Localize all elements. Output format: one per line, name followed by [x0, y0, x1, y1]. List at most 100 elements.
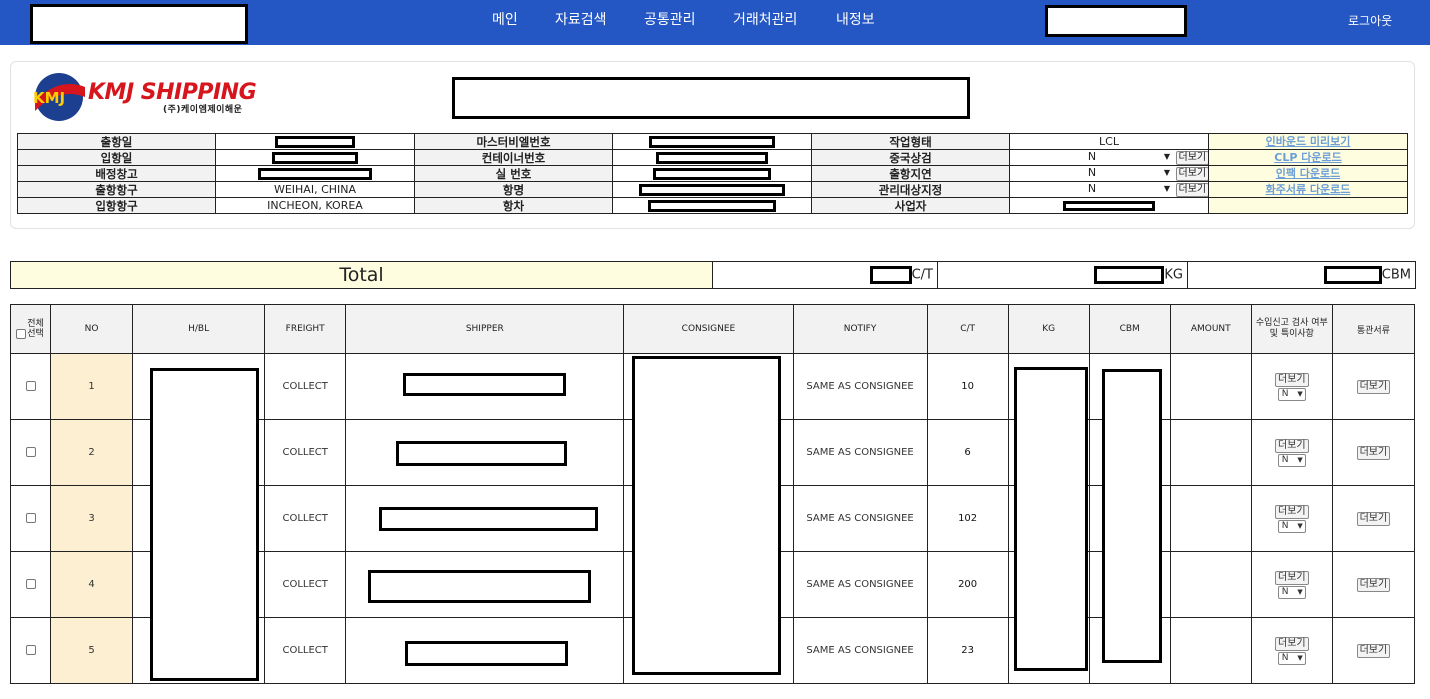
redacted-value: [653, 167, 771, 180]
customs-docs-more-button[interactable]: 더보기: [1356, 643, 1391, 658]
redacted-shipper: [379, 507, 598, 531]
container-no-label: 컨테이너번호: [414, 149, 613, 166]
inpack-download-link[interactable]: 인팩 다운로드: [1276, 167, 1341, 180]
managed-target-label: 관리대상지정: [811, 181, 1010, 198]
departure-delay-select[interactable]: N ▼: [1012, 167, 1172, 181]
row-checkbox[interactable]: [25, 447, 36, 457]
china-inspection-select[interactable]: N ▼: [1012, 151, 1172, 165]
total-cbm: CBM: [1187, 261, 1416, 289]
redacted-hbl-column: [150, 368, 259, 681]
arrival-port-value: INCHEON, KOREA: [215, 197, 415, 214]
departure-port-label: 출항항구: [17, 181, 216, 198]
chevron-down-icon: ▼: [1297, 653, 1303, 662]
departure-delay-label: 출항지연: [811, 165, 1010, 182]
select-all-checkbox[interactable]: [15, 328, 26, 339]
departure-delay-more-button[interactable]: 더보기: [1175, 167, 1208, 181]
inspection-more-button[interactable]: 더보기: [1275, 636, 1309, 651]
customs-docs-more-button[interactable]: 더보기: [1356, 379, 1391, 394]
row-no: 1: [50, 353, 134, 420]
inspection-flag-select[interactable]: N ▼: [1277, 585, 1306, 599]
col-header-cbm: CBM: [1088, 304, 1171, 354]
col-header-no: NO: [50, 304, 134, 354]
row-no: 2: [50, 419, 134, 486]
nav-item-common-management[interactable]: 공통관리: [644, 11, 696, 29]
col-header-hbl: H/BL: [132, 304, 266, 354]
shipper-docs-download-cell: 화주서류 다운로드: [1208, 181, 1408, 198]
shipper-docs-download-link[interactable]: 화주서류 다운로드: [1266, 183, 1351, 196]
redacted-value: [656, 151, 768, 164]
managed-target-more-button[interactable]: 더보기: [1175, 183, 1208, 197]
info-row: 입항항구 INCHEON, KOREA 항차 사업자: [17, 197, 1408, 214]
row-inspection: 더보기 N ▼: [1250, 353, 1333, 420]
inspection-more-button[interactable]: 더보기: [1275, 438, 1309, 453]
total-ct: C/T: [712, 261, 938, 289]
ct-unit: C/T: [911, 267, 933, 283]
row-amount: [1169, 419, 1252, 486]
redacted-consignee-column: [632, 356, 781, 675]
china-inspection-more-button[interactable]: 더보기: [1175, 151, 1208, 165]
info-row: 출항일 마스터비엘번호 작업형태 LCL 인바운드 미리보기: [17, 133, 1408, 150]
inspection-more-button[interactable]: 더보기: [1275, 504, 1309, 519]
redacted-value: [258, 167, 372, 180]
clp-download-link[interactable]: CLP 다운로드: [1274, 151, 1341, 164]
china-inspection-cell: N ▼ 더보기: [1009, 149, 1209, 166]
row-checkbox[interactable]: [25, 381, 36, 391]
inspection-flag-select[interactable]: N ▼: [1277, 651, 1306, 665]
row-notify: SAME AS CONSIGNEE: [792, 617, 928, 684]
inspection-flag-select[interactable]: N ▼: [1277, 387, 1306, 401]
chevron-down-icon: ▼: [1297, 521, 1303, 530]
nav-item-data-search[interactable]: 자료검색: [555, 11, 607, 29]
row-no: 5: [50, 617, 134, 684]
inspection-flag-select[interactable]: N ▼: [1277, 453, 1306, 467]
col-header-shipper: SHIPPER: [345, 304, 625, 354]
row-amount: [1169, 617, 1252, 684]
redacted-shipper: [403, 373, 566, 396]
nav-item-my-info[interactable]: 내정보: [836, 11, 875, 29]
row-ct: 23: [926, 617, 1009, 684]
logout-link[interactable]: 로그아웃: [1348, 12, 1392, 29]
managed-target-cell: N ▼ 더보기: [1009, 181, 1209, 198]
col-header-freight: FREIGHT: [264, 304, 347, 354]
nav-item-client-management[interactable]: 거래처관리: [733, 11, 797, 29]
hbl-list-section: 전체 선택 NO H/BL FREIGHT SHIPPER CONSIGNEE …: [0, 294, 1430, 699]
row-docs: 더보기: [1331, 353, 1416, 420]
col-header-inspection: 수입신고 검사 여부 및 특이사항: [1250, 304, 1333, 354]
row-checkbox[interactable]: [25, 513, 36, 523]
col-header-amount: AMOUNT: [1169, 304, 1252, 354]
main-nav: 메인 자료검색 공통관리 거래처관리 내정보: [0, 0, 1430, 45]
row-freight: COLLECT: [264, 419, 347, 486]
seal-no-label: 실 번호: [414, 165, 613, 182]
row-checkbox[interactable]: [25, 645, 36, 655]
row-ct: 6: [926, 419, 1009, 486]
vessel-name-label: 항명: [414, 181, 613, 198]
inpack-download-cell: 인팩 다운로드: [1208, 165, 1408, 182]
redacted-value: [1063, 200, 1155, 211]
inspection-more-button[interactable]: 더보기: [1275, 570, 1309, 585]
chevron-down-icon: ▼: [1163, 152, 1170, 161]
row-inspection: 더보기 N ▼: [1250, 617, 1333, 684]
row-amount: [1169, 353, 1252, 420]
col-header-kg: KG: [1007, 304, 1090, 354]
redacted-kg-column: [1014, 367, 1088, 671]
nav-item-main[interactable]: 메인: [492, 11, 518, 29]
redacted-value: [1094, 266, 1165, 284]
customs-docs-more-button[interactable]: 더보기: [1356, 577, 1391, 592]
customs-docs-more-button[interactable]: 더보기: [1356, 511, 1391, 526]
top-nav-bar: 메인 자료검색 공통관리 거래처관리 내정보 로그아웃: [0, 0, 1430, 45]
redacted-shipper: [368, 570, 591, 603]
managed-target-select[interactable]: N ▼: [1012, 183, 1172, 197]
inbound-preview-link[interactable]: 인바운드 미리보기: [1266, 135, 1351, 148]
select-all-label: 전체 선택: [27, 319, 44, 339]
chevron-down-icon: ▼: [1297, 455, 1303, 464]
row-notify: SAME AS CONSIGNEE: [792, 551, 928, 618]
row-select-cell: [9, 353, 52, 420]
voyage-value: [612, 197, 812, 214]
customs-docs-more-button[interactable]: 더보기: [1356, 445, 1391, 460]
inspection-flag-select[interactable]: N ▼: [1277, 519, 1306, 533]
chevron-down-icon: ▼: [1163, 168, 1170, 177]
totals-bar: Total C/T KG CBM: [10, 261, 1416, 289]
kg-unit: KG: [1164, 267, 1183, 283]
inspection-more-button[interactable]: 더보기: [1275, 372, 1309, 387]
row-freight: COLLECT: [264, 551, 347, 618]
row-checkbox[interactable]: [25, 579, 36, 589]
